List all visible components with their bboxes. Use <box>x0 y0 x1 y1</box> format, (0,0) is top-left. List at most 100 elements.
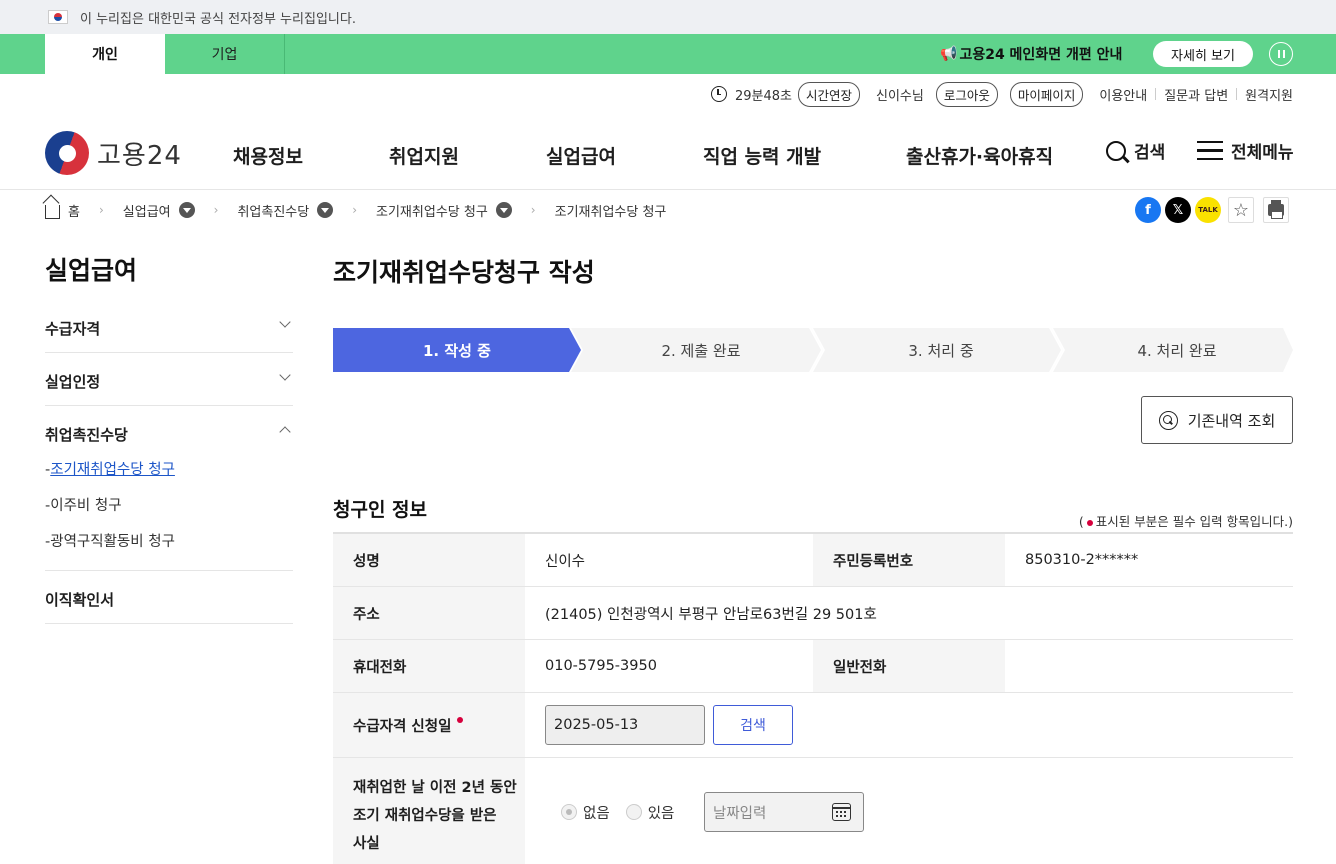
print-button[interactable] <box>1263 197 1289 223</box>
sub-label: 조기재취업수당 청구 <box>50 462 175 478</box>
chevron-right-icon: › <box>213 203 219 217</box>
search-label: 검색 <box>1134 143 1166 163</box>
sub-label: 광역구직활동비 청구 <box>50 534 175 550</box>
breadcrumb-home[interactable]: 홈 <box>68 201 80 220</box>
sidebar-sub-relocation-cost[interactable]: -이주비 청구 <box>45 494 122 515</box>
dropdown-icon[interactable] <box>317 202 334 218</box>
radio-none[interactable]: 없음 <box>561 802 610 823</box>
hamburger-icon <box>1197 140 1223 161</box>
prior-benefit-label-line: 조기 재취업수당을 받은 <box>353 808 497 824</box>
search-icon <box>1106 140 1126 161</box>
chevron-down-icon <box>279 369 291 381</box>
history-lookup-button[interactable]: 기존내역 조회 <box>1141 396 1293 444</box>
notice[interactable]: 📢 고용24 메인화면 개편 안내 <box>940 34 1122 74</box>
sidebar-item-eligibility[interactable]: 수급자격 <box>45 300 293 353</box>
megaphone-icon: 📢 <box>940 46 958 62</box>
chevron-up-icon <box>279 426 291 438</box>
sub-label: 이주비 청구 <box>50 498 122 514</box>
home-icon <box>45 205 60 219</box>
search-icon <box>1158 410 1178 430</box>
all-menu-button[interactable]: 전체메뉴 <box>1197 138 1294 163</box>
step-done: 4. 처리 완료 <box>1051 328 1293 372</box>
gov-banner-text: 이 누리집은 대한민국 공식 전자정부 누리집입니다. <box>80 11 356 27</box>
sidebar-item-label: 취업촉진수당 <box>45 426 128 444</box>
apply-date-search-button[interactable]: 검색 <box>713 705 793 745</box>
table-row: 재취업한 날 이전 2년 동안 조기 재취업수당을 받은 사실 없음 있음 날짜… <box>333 758 1293 864</box>
divider <box>1155 88 1157 100</box>
applicant-info-table: 성명 신이수 주민등록번호 850310-2****** 주소 (21405) … <box>333 532 1293 864</box>
nav-employment-support[interactable]: 취업지원 <box>389 142 459 169</box>
required-dot-icon <box>1086 519 1093 526</box>
prior-benefit-label: 재취업한 날 이전 2년 동안 조기 재취업수당을 받은 사실 <box>333 758 525 864</box>
nav-unemployment-benefit[interactable]: 실업급여 <box>546 142 616 169</box>
extend-time-button[interactable]: 시간연장 <box>797 81 860 107</box>
history-lookup-label: 기존내역 조회 <box>1187 411 1276 430</box>
korea-flag-icon <box>48 10 68 24</box>
breadcrumb-item[interactable]: 취업촉진수당 <box>237 201 309 220</box>
logo[interactable]: 고용24 <box>45 131 182 175</box>
pause-icon[interactable] <box>1269 42 1293 66</box>
search-button[interactable]: 검색 <box>1106 138 1165 163</box>
taegeuk-logo-icon <box>45 131 89 175</box>
apply-date-label: 수급자격 신청일 <box>333 693 525 757</box>
chevron-right-icon: › <box>530 203 536 217</box>
dropdown-icon[interactable] <box>495 202 512 218</box>
radio-yes[interactable]: 있음 <box>625 802 674 823</box>
chevron-right-icon: › <box>98 203 104 217</box>
tab-corporate[interactable]: 기업 <box>165 34 285 74</box>
phone-value <box>1005 640 1025 692</box>
notice-text: 고용24 메인화면 개편 안내 <box>959 47 1123 63</box>
facebook-icon[interactable]: f <box>1135 197 1161 223</box>
sidebar-item-unemployment-recognition[interactable]: 실업인정 <box>45 353 293 406</box>
sidebar-item-label: 수급자격 <box>45 320 101 338</box>
sidebar-sub-early-reemployment[interactable]: -조기재취업수당 청구 <box>45 458 175 479</box>
link-remote-support[interactable]: 원격지원 <box>1245 85 1293 104</box>
calendar-icon[interactable] <box>832 803 851 821</box>
session-timer: 29분48초 <box>734 88 792 104</box>
rrn-value: 850310-2****** <box>1025 552 1139 568</box>
link-qna[interactable]: 질문과 답변 <box>1164 85 1228 104</box>
sidebar-title: 실업급여 <box>45 256 138 285</box>
radio-unchecked-icon <box>625 804 642 820</box>
rrn-label: 주민등록번호 <box>813 534 1005 586</box>
kakaotalk-icon[interactable]: TALK <box>1195 197 1221 223</box>
sidebar-item-label: 실업인정 <box>45 373 101 391</box>
link-guide[interactable]: 이용안내 <box>1099 85 1147 104</box>
prior-benefit-label-line: 사실 <box>353 836 380 852</box>
table-row: 휴대전화 010-5795-3950 일반전화 <box>333 640 1293 693</box>
detail-button[interactable]: 자세히 보기 <box>1153 41 1253 67</box>
sidebar-item-label: 이직확인서 <box>45 591 115 609</box>
printer-icon <box>1268 200 1284 219</box>
name-label: 성명 <box>333 534 525 586</box>
prior-benefit-date-input[interactable]: 날짜입력 <box>704 792 864 832</box>
breadcrumb: 홈 › 실업급여 › 취업촉진수당 › 조기재취업수당 청구 › 조기재취업수당… <box>45 200 666 220</box>
breadcrumb-item[interactable]: 조기재취업수당 청구 <box>376 201 488 220</box>
clock-icon <box>710 86 727 102</box>
all-menu-label: 전체메뉴 <box>1231 143 1294 163</box>
required-note-text: 표시된 부분은 필수 입력 항목입니다.) <box>1095 514 1293 529</box>
logo-text: 고용24 <box>97 140 182 171</box>
dropdown-icon[interactable] <box>178 202 195 218</box>
breadcrumb-item[interactable]: 실업급여 <box>123 201 171 220</box>
nav-jobs[interactable]: 채용정보 <box>233 142 303 169</box>
nav-maternity-leave[interactable]: 출산휴가·육아휴직 <box>906 142 1053 169</box>
section-title: 청구인 정보 <box>333 499 428 521</box>
nav-job-skills[interactable]: 직업 능력 개발 <box>703 142 821 169</box>
divider <box>1236 88 1238 100</box>
apply-date-field[interactable]: 2025-05-13 <box>545 705 705 745</box>
top-bar: 개인 기업 📢 고용24 메인화면 개편 안내 자세히 보기 <box>0 34 1336 74</box>
prior-benefit-radios: 없음 있음 <box>541 792 690 832</box>
favorite-star-icon[interactable]: ☆ <box>1228 197 1254 223</box>
sidebar-item-separation-confirmation[interactable]: 이직확인서 <box>45 571 293 624</box>
header: 고용24 채용정보 취업지원 실업급여 직업 능력 개발 출산휴가·육아휴직 검… <box>0 118 1336 190</box>
sidebar-sub-job-search-cost[interactable]: -광역구직활동비 청구 <box>45 530 175 551</box>
x-twitter-icon[interactable]: 𝕏 <box>1165 197 1191 223</box>
logout-button[interactable]: 로그아웃 <box>935 81 998 107</box>
chevron-down-icon <box>279 316 291 328</box>
name-value: 신이수 <box>545 553 586 570</box>
date-placeholder: 날짜입력 <box>713 805 767 822</box>
tab-personal[interactable]: 개인 <box>45 34 165 74</box>
step-submitted: 2. 제출 완료 <box>571 328 821 372</box>
mypage-button[interactable]: 마이페이지 <box>1009 81 1084 107</box>
address-value: (21405) 인천광역시 부평구 안남로63번길 29 501호 <box>545 606 877 623</box>
